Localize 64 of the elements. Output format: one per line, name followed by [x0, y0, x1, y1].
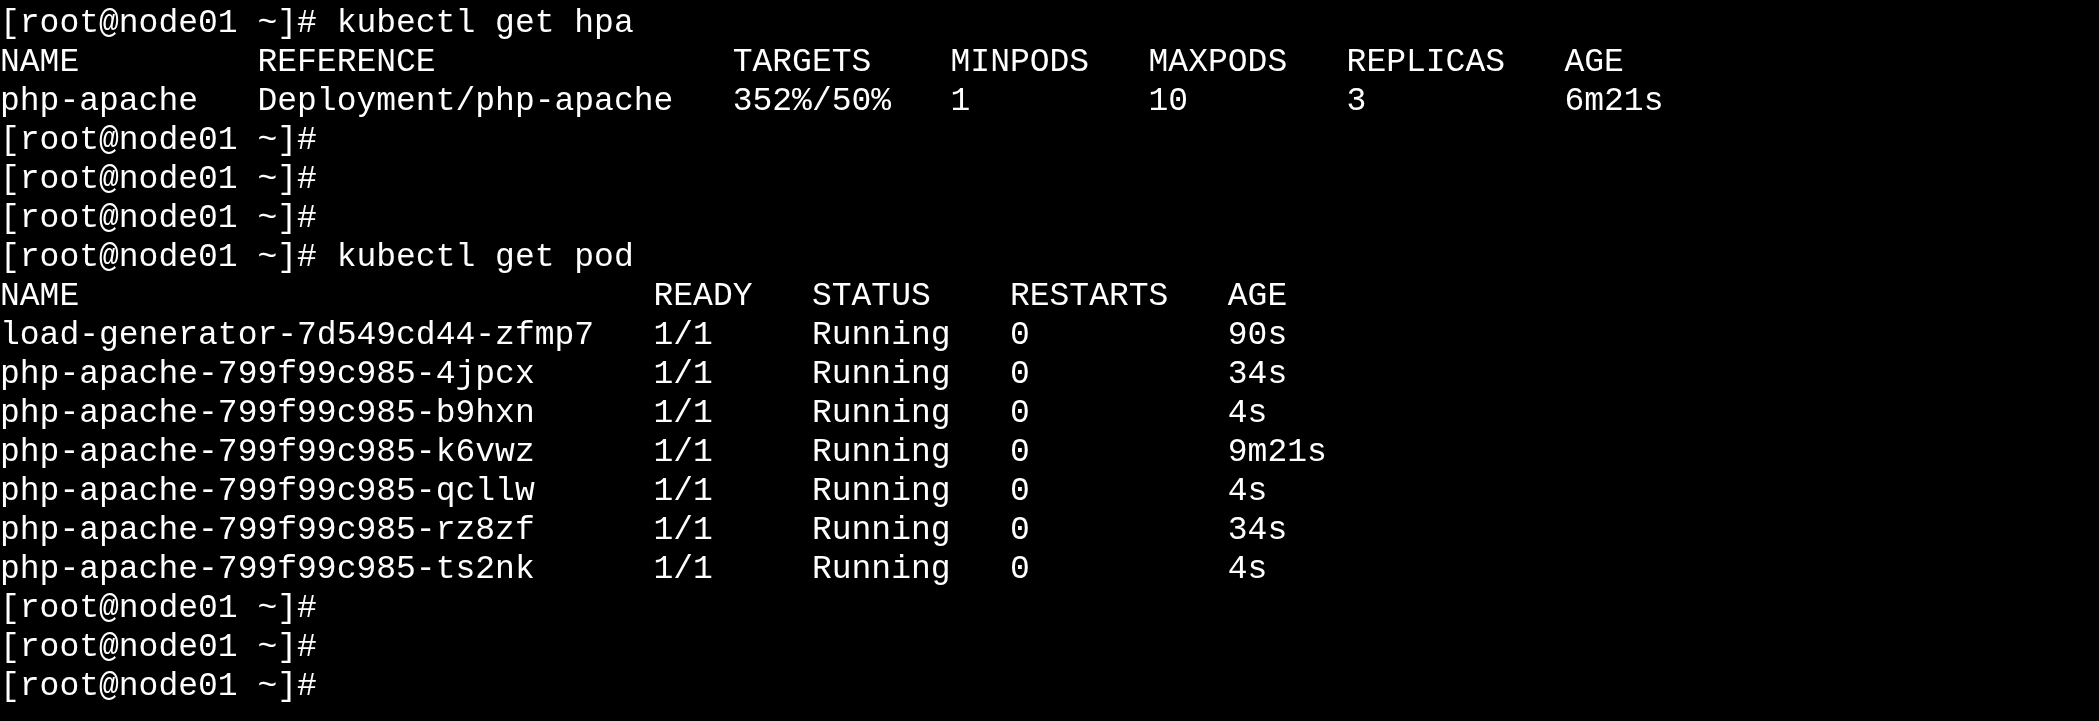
table-cell-text: php-apache-799f99c985-qcllw — [0, 475, 536, 508]
column-header: MAXPODS — [1148, 46, 1289, 79]
table-cell-text: Running — [811, 319, 952, 352]
table-cell-text: php-apache-799f99c985-rz8zf — [0, 514, 536, 547]
prompt-text: [root@node01 ~]# — [0, 241, 317, 274]
table-cell-text: php-apache — [0, 85, 200, 118]
table-cell-text: 0 — [1009, 436, 1031, 469]
column-header: TARGETS — [732, 46, 873, 79]
prompt-text: [root@node01 ~]# — [0, 202, 317, 235]
prompt-text: [root@node01 ~]# — [0, 631, 317, 664]
table-cell-text: php-apache-799f99c985-ts2nk — [0, 553, 536, 586]
column-header: NAME — [0, 280, 81, 313]
table-cell-text: 1/1 — [653, 358, 714, 391]
table-cell-text: php-apache-799f99c985-b9hxn — [0, 397, 536, 430]
table-cell-text: 34s — [1227, 514, 1289, 547]
table-cell-text: 0 — [1009, 514, 1031, 547]
table-cell-text: Running — [811, 514, 952, 547]
command-text: kubectl get pod — [336, 241, 634, 274]
table-cell-text: Running — [811, 397, 952, 430]
column-header: NAME — [0, 46, 81, 79]
column-header: REFERENCE — [257, 46, 437, 79]
table-cell-text: 1/1 — [653, 319, 714, 352]
table-cell-text: 1/1 — [653, 397, 714, 430]
command-text: kubectl get hpa — [336, 7, 634, 40]
column-header: REPLICAS — [1346, 46, 1507, 79]
column-header: AGE — [1564, 46, 1625, 79]
column-header: MINPODS — [950, 46, 1091, 79]
table-cell-text: 0 — [1009, 397, 1031, 430]
table-cell-text: 4s — [1227, 553, 1269, 586]
table-cell-text: 1/1 — [653, 514, 714, 547]
table-cell: 9m21s — [1227, 436, 1327, 469]
prompt-text: [root@node01 ~]# — [0, 592, 317, 625]
column-header: RESTARTS — [1009, 280, 1170, 313]
table-cell-text: php-apache-799f99c985-k6vwz — [0, 436, 536, 469]
table-cell: 6m21s — [1564, 85, 1664, 118]
table-cell-text: 0 — [1009, 319, 1031, 352]
table-cell-text: 4s — [1227, 475, 1269, 508]
prompt-text: [root@node01 ~]# — [0, 7, 317, 40]
table-cell-text: Running — [811, 475, 952, 508]
table-cell-text: 0 — [1009, 475, 1031, 508]
table-cell-text: php-apache-799f99c985-4jpcx — [0, 358, 536, 391]
column-header: READY — [653, 280, 754, 313]
prompt-text: [root@node01 ~]# — [0, 163, 317, 196]
table-cell-text: 1/1 — [653, 475, 714, 508]
table-cell-text: 34s — [1227, 358, 1289, 391]
column-header: STATUS — [811, 280, 932, 313]
table-cell-text: Running — [811, 436, 952, 469]
table-cell-text: 90s — [1227, 319, 1289, 352]
table-cell-text: 4s — [1227, 397, 1269, 430]
prompt-text: [root@node01 ~]# — [0, 124, 317, 157]
table-cell-text: Deployment/php-apache — [257, 85, 675, 118]
table-cell-text: Running — [811, 358, 952, 391]
table-cell-text: 1/1 — [653, 553, 714, 586]
prompt-text: [root@node01 ~]# — [0, 670, 317, 703]
column-header: AGE — [1227, 280, 1289, 313]
table-cell-text: Running — [811, 553, 952, 586]
table-cell-text: load-generator-7d549cd44-zfmp7 — [0, 319, 596, 352]
table-cell-text: 0 — [1009, 358, 1031, 391]
table-cell-text: 3 — [1346, 85, 1368, 118]
table-cell-text: 0 — [1009, 553, 1031, 586]
table-cell-text: 1/1 — [653, 436, 714, 469]
table-cell-text: 10 — [1148, 85, 1190, 118]
table-cell-text: 352%/50% — [732, 85, 893, 118]
table-cell-text: 1 — [950, 85, 972, 118]
